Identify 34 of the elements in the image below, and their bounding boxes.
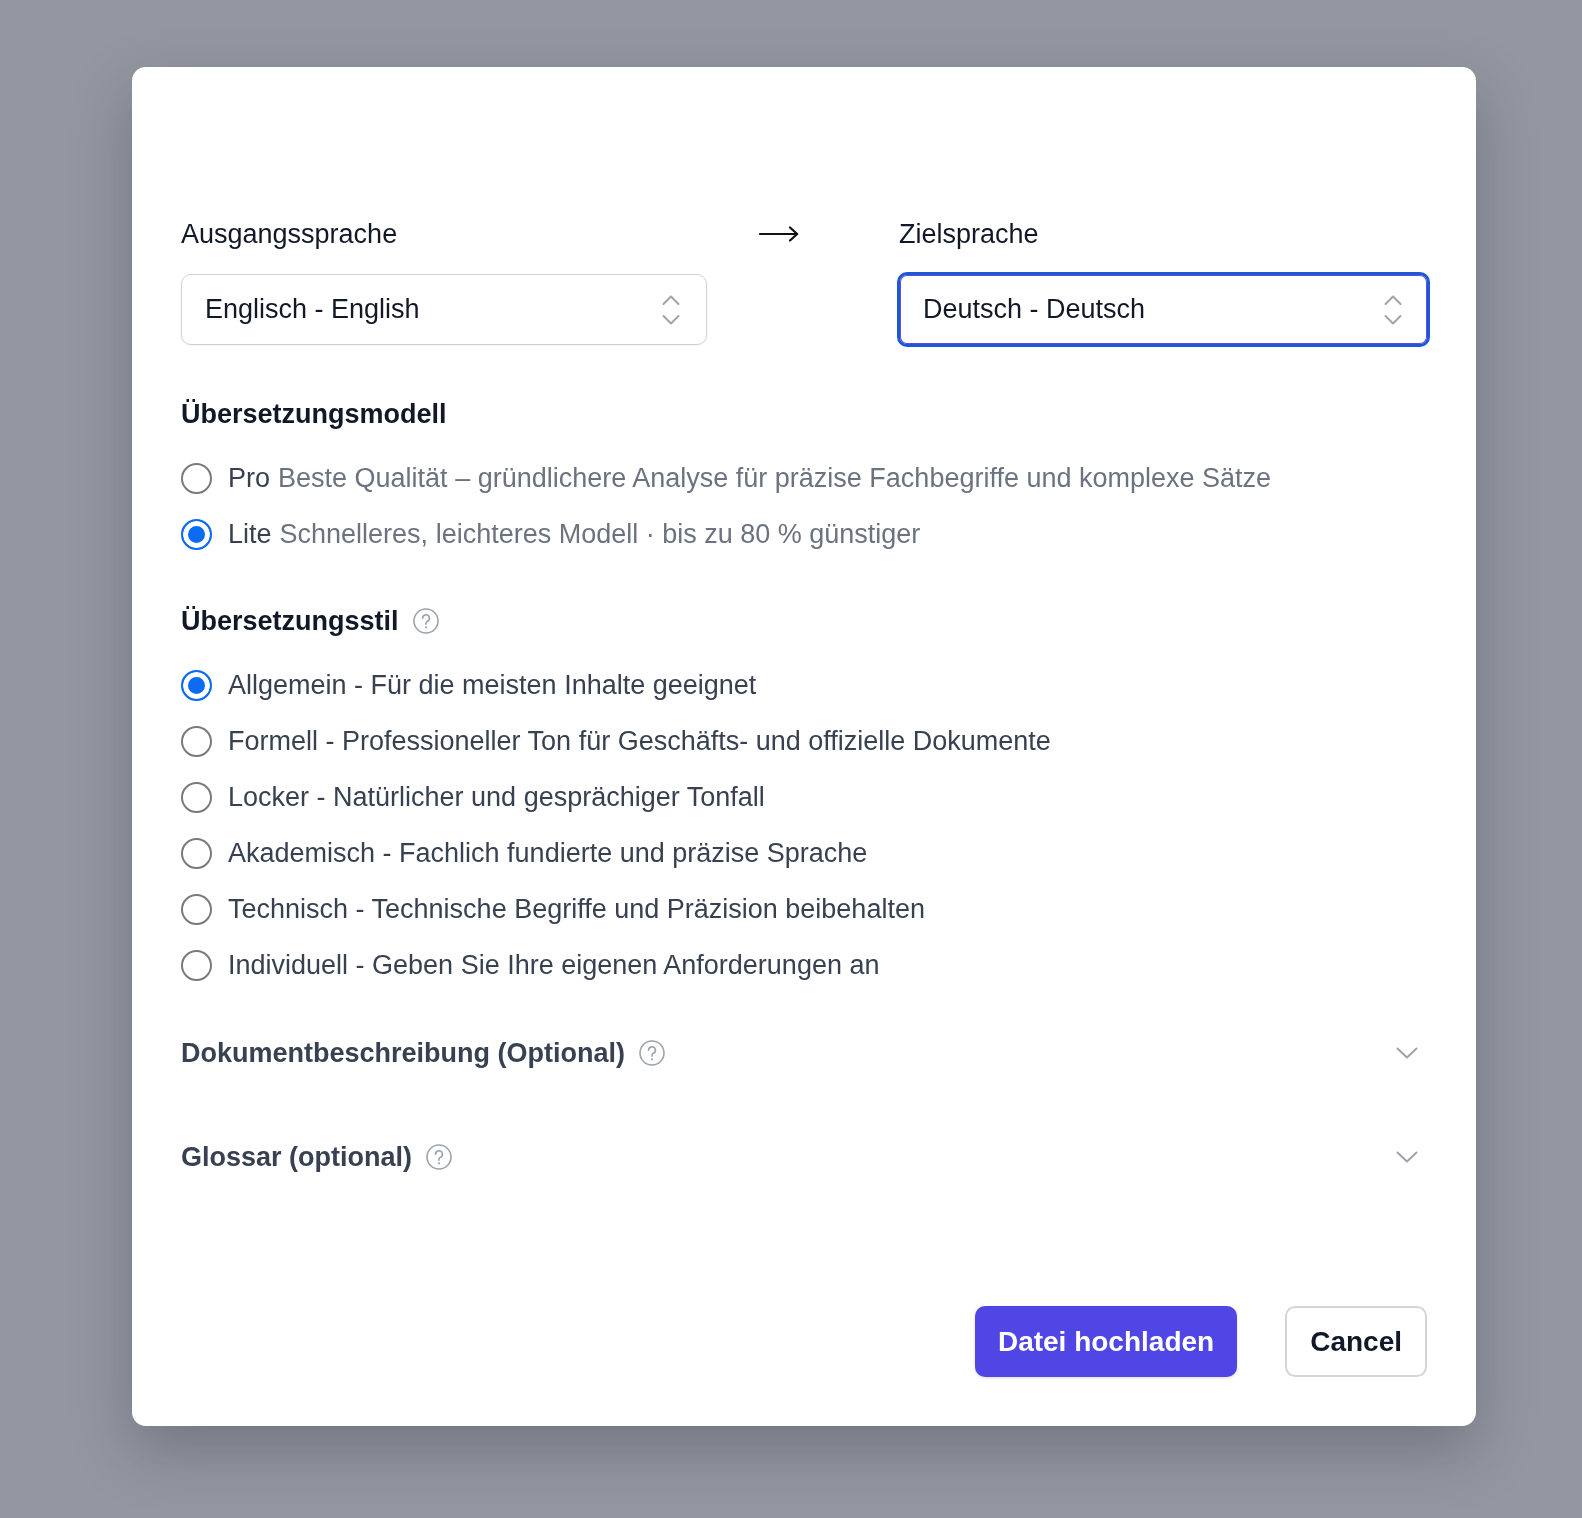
option-label: Locker - Natürlicher und gesprächiger Tonfall <box>228 781 765 814</box>
section-heading: Übersetzungsmodell <box>181 398 447 431</box>
section-heading: Übersetzungsstil <box>181 605 399 638</box>
radio-button[interactable] <box>181 893 212 925</box>
option-label: Individuell - Geben Sie Ihre eigenen Anforderungen an <box>228 949 880 982</box>
option-label: Allgemein - Für die meisten Inhalte geeignet <box>228 669 757 702</box>
accordion-toggle[interactable]: Glossar (optional) <box>181 1105 1428 1209</box>
radio-button[interactable] <box>181 837 212 869</box>
language-select[interactable]: Englisch - English <box>181 274 707 345</box>
option-label: Akademisch - Fachlich fundierte und präzise Sprache <box>228 837 868 870</box>
field-label: Zielsprache <box>899 218 1040 251</box>
option-label: Technisch - Technische Begriffe und Präzision beibehalten <box>228 893 925 926</box>
help-icon <box>412 608 439 634</box>
accordion-toggle[interactable]: Dokumentbeschreibung (Optional) <box>181 1001 1428 1105</box>
option-label: Lite <box>228 518 272 551</box>
help-icon <box>426 1144 453 1170</box>
radio-button[interactable] <box>181 949 212 981</box>
radio-button[interactable] <box>181 781 212 813</box>
arrow-right-icon <box>759 226 799 242</box>
chevron-up-down-icon <box>1384 294 1402 325</box>
radio-button[interactable] <box>181 669 212 701</box>
option-description: Schnelleres, leichteres Modell · bis zu 80 % günstiger <box>279 518 921 551</box>
radio-button[interactable] <box>181 518 212 550</box>
field-label: Ausgangssprache <box>181 218 399 251</box>
radio-button[interactable] <box>181 462 212 494</box>
upload-button[interactable]: Datei hochladen <box>974 1306 1238 1377</box>
cancel-button[interactable]: Cancel <box>1285 1306 1427 1377</box>
radio-button[interactable] <box>181 725 212 757</box>
help-icon <box>639 1040 665 1066</box>
option-label: Formell - Professioneller Ton für Geschäfts- und offizielle Dokumente <box>228 725 1051 758</box>
language-select[interactable]: Deutsch - Deutsch <box>897 272 1430 347</box>
option-description: Beste Qualität – gründlichere Analyse für präzise Fachbegriffe und komplexe Sätze <box>278 462 1272 495</box>
chevron-up-down-icon <box>662 294 680 325</box>
option-label: Pro <box>228 462 271 495</box>
